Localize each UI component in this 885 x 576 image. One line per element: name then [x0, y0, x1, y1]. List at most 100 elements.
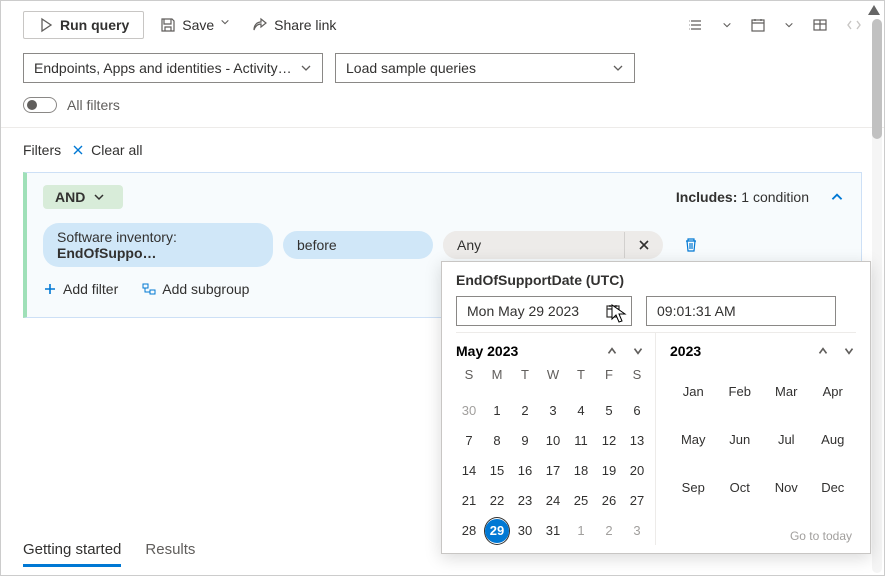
month-label[interactable]: May 2023	[456, 343, 518, 359]
calendar-day[interactable]: 15	[484, 457, 510, 485]
calendar-day[interactable]: 1	[484, 397, 510, 425]
clear-all-icon[interactable]	[71, 143, 85, 157]
calendar-day[interactable]: 12	[596, 427, 622, 455]
calendar-day[interactable]: 17	[540, 457, 566, 485]
chevron-down-icon	[93, 191, 105, 203]
calendar-day-selected[interactable]: 29	[484, 517, 510, 545]
filters-title: Filters	[23, 142, 61, 158]
calendar-day[interactable]: 3	[624, 517, 650, 545]
logic-operator-dropdown[interactable]: AND	[43, 185, 123, 209]
date-input[interactable]: Mon May 29 2023	[456, 296, 632, 326]
time-input[interactable]: 09:01:31 AM	[646, 296, 836, 326]
condition-operator-pill[interactable]: before	[283, 231, 433, 259]
month-cell[interactable]: Sep	[682, 480, 705, 495]
calendar-day[interactable]: 6	[624, 397, 650, 425]
save-icon	[160, 17, 176, 33]
cursor-icon	[609, 303, 627, 325]
month-cell[interactable]: Oct	[730, 480, 750, 495]
month-cell[interactable]: Aug	[821, 432, 844, 447]
code-icon-button[interactable]	[846, 17, 862, 33]
calendar-day[interactable]: 28	[456, 517, 482, 545]
clear-all-link[interactable]: Clear all	[91, 142, 142, 158]
calendar-day[interactable]: 9	[512, 427, 538, 455]
clear-value-button[interactable]	[624, 232, 663, 258]
calendar-day[interactable]: 14	[456, 457, 482, 485]
condition-value-pill[interactable]: Any	[443, 231, 624, 259]
tab-results[interactable]: Results	[145, 541, 195, 567]
add-filter-button[interactable]: Add filter	[43, 281, 118, 297]
month-cell[interactable]: May	[681, 432, 706, 447]
scope-value: Endpoints, Apps and identities - Activit…	[34, 60, 292, 76]
month-cell[interactable]: Nov	[775, 480, 798, 495]
cond-op-label: before	[297, 237, 337, 253]
month-cell[interactable]: Jan	[683, 384, 704, 399]
dow-label: W	[540, 367, 566, 395]
calendar-day[interactable]: 22	[484, 487, 510, 515]
calendar-day[interactable]: 23	[512, 487, 538, 515]
calendar-day[interactable]: 31	[540, 517, 566, 545]
scroll-up-arrow[interactable]	[868, 5, 880, 15]
scrollbar-thumb[interactable]	[872, 19, 882, 139]
dow-label: F	[596, 367, 622, 395]
calendar-day[interactable]: 4	[568, 397, 594, 425]
calendar-day[interactable]: 7	[456, 427, 482, 455]
condition-field-pill[interactable]: Software inventory: EndOfSuppo…	[43, 223, 273, 267]
calendar-day[interactable]: 30	[512, 517, 538, 545]
calendar-toolbar-button[interactable]	[750, 17, 766, 33]
calendar-day[interactable]: 2	[512, 397, 538, 425]
calendar-day[interactable]: 5	[596, 397, 622, 425]
calendar-day[interactable]: 3	[540, 397, 566, 425]
save-button[interactable]: Save	[160, 17, 236, 33]
calendar-day[interactable]: 29	[485, 519, 509, 543]
calendar-day[interactable]: 8	[484, 427, 510, 455]
add-filter-label: Add filter	[63, 281, 118, 297]
calendar-day[interactable]: 11	[568, 427, 594, 455]
calendar-day[interactable]: 25	[568, 487, 594, 515]
month-cell[interactable]: Jul	[778, 432, 795, 447]
all-filters-toggle[interactable]	[23, 97, 57, 113]
prev-month-button[interactable]	[605, 344, 619, 358]
calendar-day[interactable]: 2	[596, 517, 622, 545]
calendar-day[interactable]: 21	[456, 487, 482, 515]
chevron-down-icon	[300, 62, 312, 74]
share-link-button[interactable]: Share link	[252, 17, 336, 33]
calendar-day[interactable]: 16	[512, 457, 538, 485]
year-label[interactable]: 2023	[670, 343, 701, 359]
delete-condition-button[interactable]	[679, 233, 703, 257]
go-to-today-link[interactable]: Go to today	[790, 529, 852, 543]
month-cell[interactable]: Feb	[729, 384, 751, 399]
collapse-button[interactable]	[829, 189, 845, 205]
month-cell[interactable]: Apr	[823, 384, 843, 399]
scope-dropdown[interactable]: Endpoints, Apps and identities - Activit…	[23, 53, 323, 83]
sample-queries-dropdown[interactable]: Load sample queries	[335, 53, 635, 83]
next-month-button[interactable]	[631, 344, 645, 358]
calendar-day[interactable]: 18	[568, 457, 594, 485]
time-value: 09:01:31 AM	[657, 303, 736, 319]
add-subgroup-label: Add subgroup	[162, 281, 249, 297]
tab-getting-started[interactable]: Getting started	[23, 541, 121, 567]
calendar-day[interactable]: 1	[568, 517, 594, 545]
all-filters-label: All filters	[67, 97, 120, 113]
cond-field-value: EndOfSuppo…	[57, 245, 157, 261]
calendar-day[interactable]: 30	[456, 397, 482, 425]
month-cell[interactable]: Mar	[775, 384, 797, 399]
prev-year-button[interactable]	[816, 344, 830, 358]
calendar-day[interactable]: 27	[624, 487, 650, 515]
calendar-day[interactable]: 19	[596, 457, 622, 485]
calendar-day[interactable]: 20	[624, 457, 650, 485]
calendar-day[interactable]: 10	[540, 427, 566, 455]
calendar-day[interactable]: 24	[540, 487, 566, 515]
calendar-day[interactable]: 26	[596, 487, 622, 515]
calendar-day[interactable]: 13	[624, 427, 650, 455]
add-subgroup-button[interactable]: Add subgroup	[142, 281, 249, 297]
table-icon-button[interactable]	[812, 17, 828, 33]
list-view-button[interactable]	[688, 17, 704, 33]
next-year-button[interactable]	[842, 344, 856, 358]
dow-label: T	[568, 367, 594, 395]
month-cell[interactable]: Jun	[729, 432, 750, 447]
month-cell[interactable]: Dec	[821, 480, 844, 495]
play-icon	[38, 17, 54, 33]
save-label: Save	[182, 17, 214, 33]
chevron-down-icon	[220, 17, 236, 33]
run-query-button[interactable]: Run query	[23, 11, 144, 39]
